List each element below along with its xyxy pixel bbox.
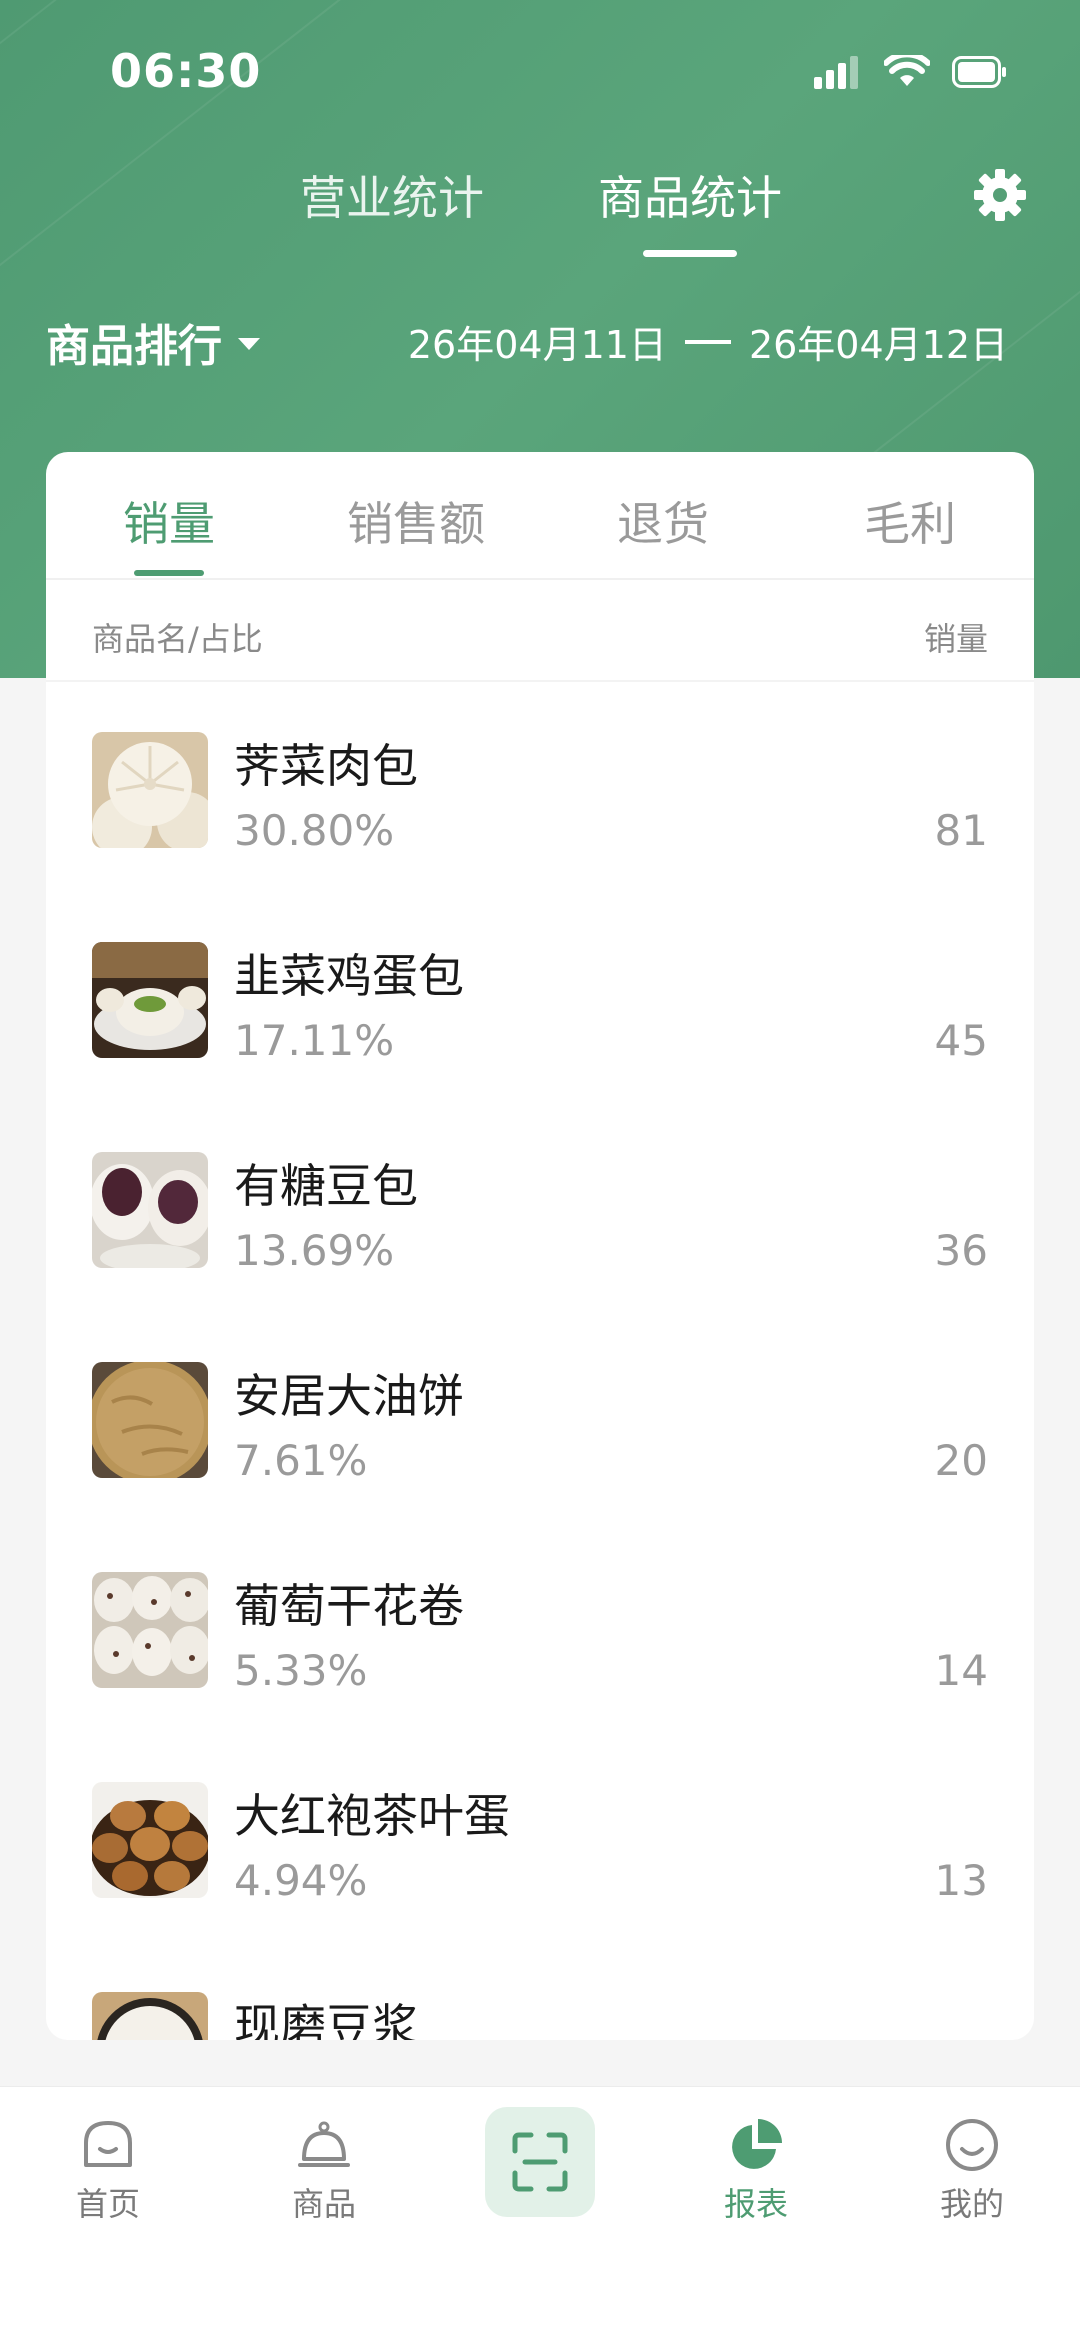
- tab-indicator: [643, 250, 737, 257]
- rank-dropdown[interactable]: 商品排行: [46, 310, 260, 374]
- bean-bun-thumbnail: [92, 1152, 208, 1268]
- tab-product-stats[interactable]: 商品统计: [598, 162, 782, 228]
- product-qty: 20: [934, 1436, 988, 1485]
- pancake-thumbnail: [92, 1362, 208, 1478]
- wifi-icon: [884, 55, 930, 86]
- product-percent: 7.61%: [234, 1436, 368, 1485]
- chive-bun-thumbnail: [92, 942, 208, 1058]
- battery-icon: [952, 56, 1006, 88]
- list-item[interactable]: 葡萄干花卷 5.33% 14: [46, 1524, 1034, 1734]
- list-item[interactable]: 韭菜鸡蛋包 17.11% 45: [46, 894, 1034, 1104]
- status-time: 06:30: [110, 44, 262, 98]
- soy-milk-thumbnail: [92, 1992, 208, 2040]
- nav-reports[interactable]: 报表: [681, 2115, 831, 2225]
- product-name: 安居大油饼: [234, 1369, 464, 1423]
- gear-icon[interactable]: [970, 165, 1030, 225]
- date-start: 26年04月11日: [407, 323, 667, 367]
- product-percent: 17.11%: [234, 1016, 395, 1065]
- caret-down-icon: [238, 338, 260, 350]
- product-name: 现磨豆浆: [234, 1999, 418, 2040]
- nav-home[interactable]: 首页: [33, 2115, 183, 2225]
- product-name: 大红袍茶叶蛋: [234, 1789, 510, 1843]
- scan-button[interactable]: [485, 2107, 595, 2217]
- product-qty: 45: [934, 1016, 988, 1065]
- nav-mine-label: 我的: [939, 2185, 1004, 2223]
- scan-icon: [512, 2132, 568, 2192]
- product-ranking-card: 销量 销售额 退货 毛利 商品名/占比 销量 荠菜肉包 30.80% 81 韭菜…: [46, 452, 1034, 2040]
- signal-icon: [814, 56, 858, 89]
- status-icons: [812, 52, 1008, 92]
- list-item[interactable]: 安居大油饼 7.61% 20: [46, 1314, 1034, 1524]
- date-range-picker[interactable]: 26年04月11日 26年04月12日: [408, 314, 1008, 369]
- pie-chart-icon: [732, 2119, 782, 2169]
- product-name: 有糖豆包: [234, 1159, 418, 1213]
- smile-icon: [946, 2119, 998, 2171]
- tab-business-stats[interactable]: 营业统计: [300, 162, 484, 228]
- value-column-header: 销量: [923, 620, 988, 658]
- product-percent: 4.94%: [234, 1856, 368, 1905]
- tea-egg-thumbnail: [92, 1782, 208, 1898]
- product-name: 葡萄干花卷: [234, 1579, 464, 1633]
- date-end: 26年04月12日: [748, 323, 1008, 367]
- nav-reports-label: 报表: [723, 2185, 788, 2223]
- tab-returns[interactable]: 退货: [563, 488, 763, 554]
- status-bar: 06:30: [0, 0, 1080, 140]
- home-icon: [84, 2121, 132, 2167]
- name-column-header: 商品名/占比: [92, 620, 263, 658]
- nav-home-label: 首页: [75, 2185, 140, 2223]
- tab-sales-volume[interactable]: 销量: [69, 488, 269, 554]
- top-tab-bar: 营业统计 商品统计: [0, 150, 1080, 260]
- meat-bun-thumbnail: [92, 732, 208, 848]
- nav-products[interactable]: 商品: [249, 2115, 399, 2225]
- product-qty: 81: [934, 806, 988, 855]
- bottom-nav-bar: 首页 商品 报表 我的: [0, 2086, 1080, 2337]
- product-name: 荠菜肉包: [234, 739, 418, 793]
- product-percent: 5.33%: [234, 1646, 368, 1695]
- metric-tab-bar: 销量 销售额 退货 毛利: [46, 452, 1034, 580]
- product-percent: 13.69%: [234, 1226, 395, 1275]
- tab-gross-profit[interactable]: 毛利: [810, 488, 1010, 554]
- metric-tab-indicator: [134, 570, 204, 576]
- list-item[interactable]: 荠菜肉包 30.80% 81: [46, 684, 1034, 894]
- product-qty: 36: [934, 1226, 988, 1275]
- date-separator: [684, 339, 731, 344]
- nav-mine[interactable]: 我的: [897, 2115, 1047, 2225]
- product-name: 韭菜鸡蛋包: [234, 949, 464, 1003]
- list-item[interactable]: 大红袍茶叶蛋 4.94% 13: [46, 1734, 1034, 1944]
- list-item[interactable]: 现磨豆浆: [46, 1944, 1034, 2040]
- rank-dropdown-label: 商品排行: [46, 321, 222, 372]
- nav-products-label: 商品: [291, 2185, 356, 2223]
- tab-sales-amount[interactable]: 销售额: [316, 488, 516, 554]
- list-header: 商品名/占比 销量: [46, 582, 1034, 682]
- product-qty: 14: [934, 1646, 988, 1695]
- bell-icon: [298, 2121, 350, 2167]
- product-qty: 13: [934, 1856, 988, 1905]
- product-percent: 30.80%: [234, 806, 395, 855]
- raisin-roll-thumbnail: [92, 1572, 208, 1688]
- list-item[interactable]: 有糖豆包 13.69% 36: [46, 1104, 1034, 1314]
